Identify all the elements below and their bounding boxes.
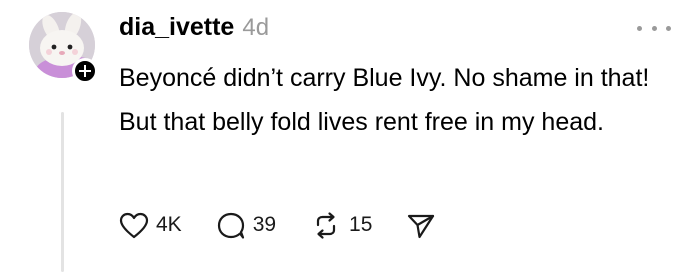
- more-dots-icon[interactable]: [637, 22, 671, 34]
- thread-line: [61, 112, 64, 272]
- repost-button[interactable]: 15: [310, 211, 372, 240]
- username[interactable]: dia_ivette: [119, 13, 234, 42]
- post-time[interactable]: 4d: [242, 14, 269, 42]
- like-button[interactable]: 4K: [119, 212, 182, 239]
- action-bar: 4K 39 15: [119, 208, 470, 242]
- follow-button[interactable]: [72, 58, 98, 84]
- repost-count: 15: [349, 213, 373, 236]
- post-text: Beyoncé didn’t carry Blue Ivy. No shame …: [119, 64, 650, 136]
- like-count: 4K: [156, 213, 182, 236]
- post-header: dia_ivette 4d: [119, 13, 269, 47]
- heart-icon: [119, 212, 149, 238]
- reply-button[interactable]: 39: [216, 211, 276, 240]
- reply-count: 39: [252, 213, 277, 236]
- repost-icon: [316, 211, 336, 239]
- avatar-container[interactable]: [29, 12, 98, 84]
- send-icon: [408, 214, 435, 238]
- share-button[interactable]: [406, 211, 436, 240]
- plus-icon: [79, 65, 91, 77]
- comment-icon: [217, 212, 244, 239]
